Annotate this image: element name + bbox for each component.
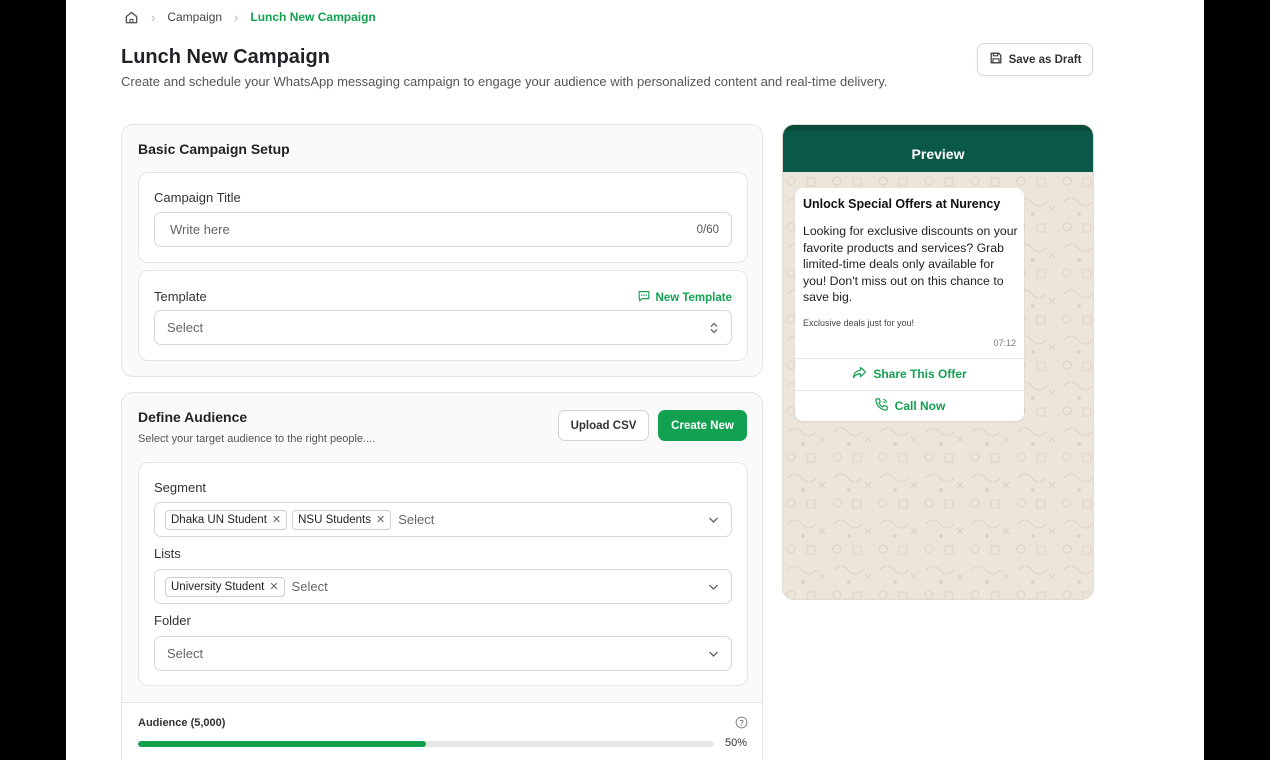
lists-select[interactable]: University Student ✕ Select [154,569,732,604]
help-icon[interactable] [735,716,748,734]
page-title: Lunch New Campaign [121,46,330,68]
audience-progress-fill [138,741,426,747]
phone-icon [874,397,889,415]
basic-setup-title: Basic Campaign Setup [138,141,290,157]
folder-select[interactable]: Select [154,636,732,671]
define-audience-subtitle: Select your target audience to the right… [138,433,376,445]
share-icon [852,366,867,382]
campaign-title-input[interactable]: Write here 0/60 [154,212,732,247]
save-as-draft-label: Save as Draft [1008,53,1082,66]
call-now-label: Call Now [894,399,946,413]
chevron-down-icon [708,650,719,658]
message-footer: Exclusive deals just for you! [803,318,915,328]
campaign-title-label: Campaign Title [154,190,241,205]
breadcrumb-campaign[interactable]: Campaign [167,10,222,24]
remove-chip-icon[interactable]: ✕ [269,580,278,593]
segment-chip: Dhaka UN Student ✕ [165,509,288,530]
campaign-title-section: Campaign Title Write here 0/60 [138,172,748,263]
segment-select[interactable]: Dhaka UN Student ✕ NSU Students ✕ Select [154,502,732,537]
chevron-down-icon [708,516,719,524]
message-time: 07:12 [993,338,1016,348]
campaign-title-placeholder: Write here [170,222,230,237]
segment-chip: NSU Students ✕ [292,509,392,530]
audience-progress-percent: 50% [724,737,747,749]
list-chip: University Student ✕ [165,576,285,597]
audience-summary: Audience (5,000) 50% [122,702,762,760]
call-now-button[interactable]: Call Now [795,390,1024,421]
segment-placeholder: Select [398,512,435,527]
breadcrumb-separator-icon: › [151,9,156,25]
character-counter: 0/60 [696,223,719,236]
remove-chip-icon[interactable]: ✕ [376,513,385,526]
chip-label: University Student [171,580,265,593]
template-label: Template [154,289,207,304]
remove-chip-icon[interactable]: ✕ [272,513,281,526]
chip-label: Dhaka UN Student [171,513,267,526]
folder-placeholder: Select [167,646,204,661]
template-placeholder: Select [167,320,204,335]
lists-label: Lists [154,546,181,561]
breadcrumb-current: Lunch New Campaign [250,10,376,24]
message-icon [637,289,651,306]
new-template-link[interactable]: New Template [637,289,732,306]
preview-panel: Preview Unlock Special Offers at Nurency… [782,124,1094,600]
save-as-draft-button[interactable]: Save as Draft [977,43,1093,76]
audience-filters-section: Segment Dhaka UN Student ✕ NSU Students … [138,462,748,686]
chevron-down-icon [708,583,719,591]
page-subtitle: Create and schedule your WhatsApp messag… [121,74,888,89]
share-offer-button[interactable]: Share This Offer [795,358,1024,389]
create-new-button[interactable]: Create New [658,410,747,441]
updown-chevron-icon [709,322,719,334]
template-section: Template New Template Select [138,270,748,361]
segment-label: Segment [154,480,207,495]
share-offer-label: Share This Offer [873,367,967,381]
message-body: Looking for exclusive discounts on your … [803,224,1018,305]
define-audience-card: Define Audience Select your target audie… [121,392,763,760]
audience-count-label: Audience (5,000) [138,717,226,729]
page: › Campaign › Lunch New Campaign Lunch Ne… [66,0,1204,760]
preview-title: Preview [783,125,1093,172]
template-select[interactable]: Select [154,310,732,345]
breadcrumb: › Campaign › Lunch New Campaign [124,8,376,26]
audience-progress-bar [138,741,714,747]
message-bubble: Unlock Special Offers at Nurency Looking… [795,188,1024,421]
chip-label: NSU Students [298,513,371,526]
home-icon[interactable] [124,10,139,25]
define-audience-title: Define Audience [138,409,248,425]
message-title: Unlock Special Offers at Nurency [803,197,1001,211]
breadcrumb-separator-icon: › [234,9,239,25]
lists-placeholder: Select [291,579,328,594]
new-template-label: New Template [655,291,732,304]
basic-setup-card: Basic Campaign Setup Campaign Title Writ… [121,124,763,377]
upload-csv-button[interactable]: Upload CSV [558,410,649,441]
save-icon [989,51,1003,68]
folder-label: Folder [154,613,191,628]
